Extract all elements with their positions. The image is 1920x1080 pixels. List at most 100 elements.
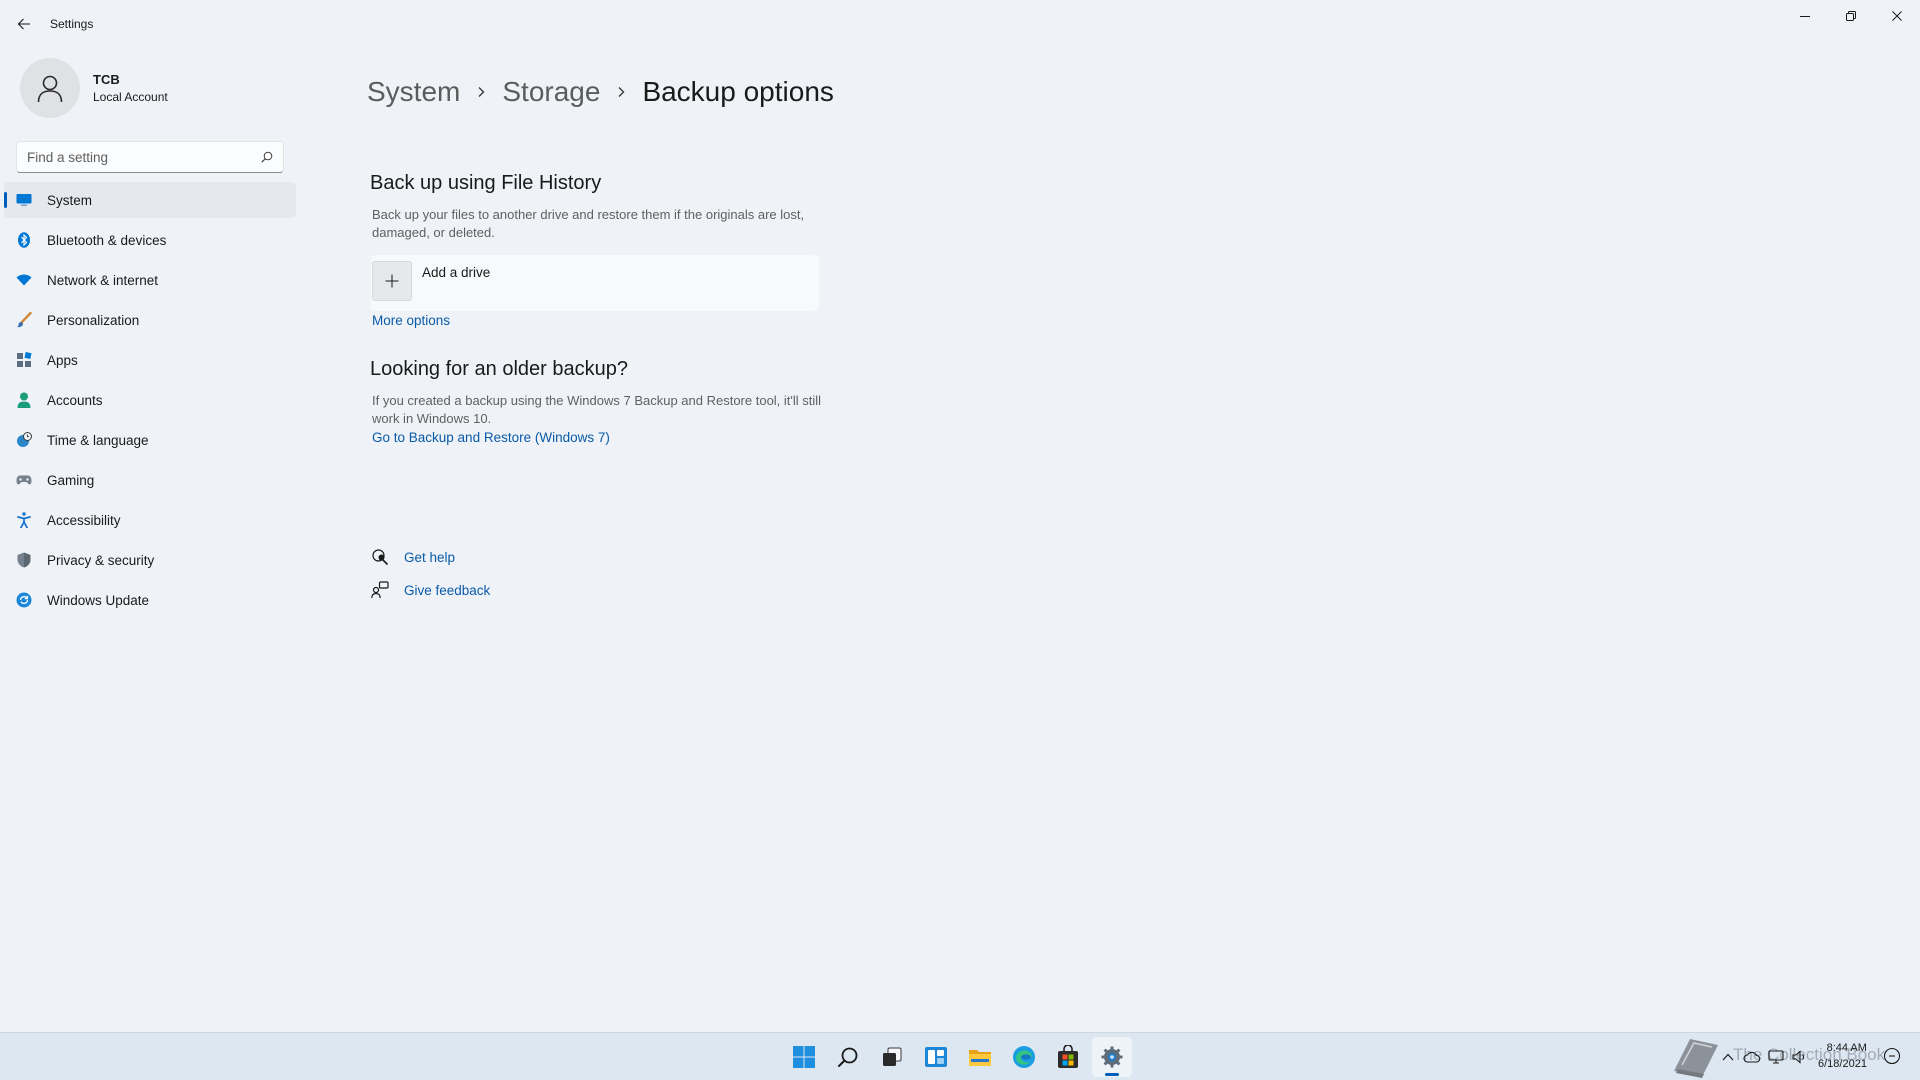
task-view-button[interactable] [872,1037,912,1077]
sidebar-item-apps[interactable]: Apps [4,342,296,378]
older-backup-description: If you created a backup using the Window… [372,393,822,426]
get-help-link[interactable]: Get help [404,550,455,565]
plus-icon [385,274,399,288]
chevron-right-icon [476,86,486,98]
file-explorer-button[interactable] [960,1037,1000,1077]
store-icon [1058,1045,1078,1068]
more-options-link[interactable]: More options [372,313,450,328]
sidebar-item-label: Gaming [47,472,95,488]
restore-icon [1846,11,1856,21]
sidebar-item-privacy-security[interactable]: Privacy & security [4,542,296,578]
taskbar-search-button[interactable] [828,1037,868,1077]
app-title: Settings [50,17,94,31]
search-input[interactable] [17,148,261,166]
page-title: Backup options [642,76,834,107]
clock-time: 8:44 AM [1826,1042,1867,1054]
widgets-button[interactable] [916,1037,956,1077]
wifi-icon [16,272,32,288]
sidebar-item-time-language[interactable]: Time & language [4,422,296,458]
search-box[interactable] [16,141,284,173]
add-drive-label: Add a drive [422,265,491,280]
feedback-icon [371,581,389,599]
task-view-icon [883,1047,902,1066]
sidebar-item-bluetooth[interactable]: Bluetooth & devices [4,222,296,258]
title-bar: Settings [0,0,1920,48]
back-arrow-icon [17,18,30,30]
close-icon [1892,11,1902,21]
file-explorer-icon [969,1050,991,1066]
settings-button[interactable] [1092,1037,1132,1077]
network-icon[interactable] [1764,1045,1788,1069]
notification-button[interactable] [1883,1047,1901,1065]
user-profile[interactable]: TCB Local Account [20,56,168,120]
sidebar-item-system[interactable]: System [4,182,296,218]
system-tray [1716,1045,1812,1069]
get-help-icon [372,549,389,566]
backup-restore-windows7-link[interactable]: Go to Backup and Restore (Windows 7) [372,430,610,445]
breadcrumb-system[interactable]: System [367,76,460,108]
gamepad-icon [16,472,32,488]
start-button[interactable] [784,1037,824,1077]
globe-clock-icon [16,432,32,448]
edge-button[interactable] [1004,1037,1044,1077]
avatar [20,58,80,118]
brush-icon [16,312,32,328]
sidebar-item-label: Time & language [47,432,149,448]
minimize-button[interactable] [1782,0,1828,32]
sidebar-item-windows-update[interactable]: Windows Update [4,582,296,618]
sidebar-item-network[interactable]: Network & internet [4,262,296,298]
sidebar-item-label: System [47,192,93,208]
profile-account-type: Local Account [93,90,168,104]
sidebar-item-label: Privacy & security [47,552,155,568]
cloud-icon[interactable] [1740,1045,1764,1069]
bluetooth-icon [16,232,32,248]
give-feedback-row[interactable]: Give feedback [371,581,490,599]
older-backup-heading: Looking for an older backup? [370,358,628,380]
search-icon[interactable] [261,151,273,163]
file-history-description: Back up your files to another drive and … [372,207,805,240]
give-feedback-link[interactable]: Give feedback [404,583,490,598]
store-button[interactable] [1048,1037,1088,1077]
sidebar-item-label: Network & internet [47,272,159,288]
restore-button[interactable] [1828,0,1874,32]
search-icon [838,1047,858,1067]
chevron-up-icon[interactable] [1716,1045,1740,1069]
taskbar-clock[interactable]: 8:44 AM 6/18/2021 [1818,1040,1867,1072]
back-button[interactable] [10,12,38,36]
sidebar-item-label: Windows Update [47,592,150,608]
refresh-icon [16,592,32,608]
breadcrumb-storage[interactable]: Storage [502,76,600,108]
shield-icon [16,552,32,568]
add-drive-card[interactable]: Add a drive [371,255,819,311]
sidebar-nav: System Bluetooth & devices Network & int… [4,182,296,622]
file-history-heading: Back up using File History [370,172,602,194]
taskbar: The Collection Book 8:44 AM 6/18/2021 [0,1032,1920,1080]
person-icon [16,392,32,408]
add-drive-button[interactable] [372,261,412,301]
settings-window: Settings TCB Local Account Find a settin… [0,0,1920,1032]
do-not-disturb-icon [1883,1047,1901,1065]
person-icon [37,75,63,103]
sidebar-item-accounts[interactable]: Accounts [4,382,296,418]
taskbar-apps [784,1037,1136,1077]
close-button[interactable] [1874,0,1920,32]
start-icon [793,1046,815,1068]
sidebar-item-accessibility[interactable]: Accessibility [4,502,296,538]
minimize-icon [1800,16,1810,17]
apps-icon [16,352,32,368]
profile-text: TCB Local Account [93,72,168,104]
widgets-icon [925,1047,947,1067]
edge-icon [1013,1046,1035,1068]
window-controls [1782,0,1920,32]
sidebar-item-label: Personalization [47,312,140,328]
breadcrumb: System Storage Backup options [367,76,834,108]
sidebar-item-label: Apps [47,352,78,368]
sidebar-item-personalization[interactable]: Personalization [4,302,296,338]
sidebar-item-gaming[interactable]: Gaming [4,462,296,498]
get-help-row[interactable]: Get help [371,548,455,566]
clock-date: 6/18/2021 [1818,1058,1867,1070]
sidebar-item-label: Accessibility [47,512,121,528]
volume-icon[interactable] [1788,1045,1812,1069]
profile-name: TCB [93,72,120,87]
accessibility-icon [16,512,32,528]
